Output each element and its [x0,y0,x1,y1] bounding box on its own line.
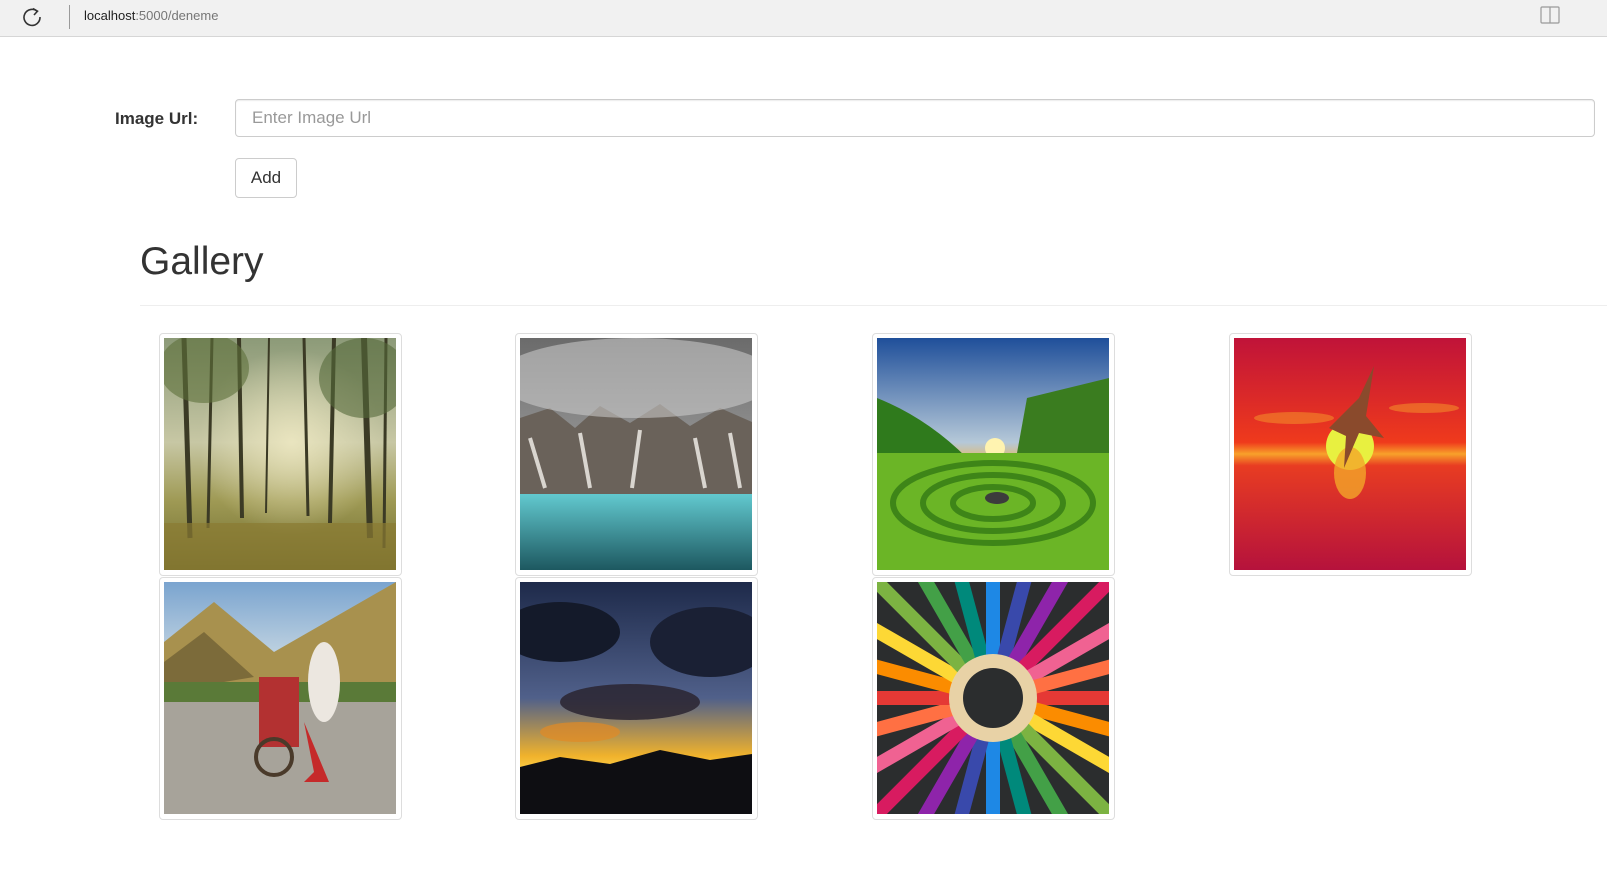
lake-cliffs-image [520,338,752,570]
gallery-image-green-valley[interactable] [872,333,1115,576]
address-bar-divider [69,5,70,29]
address-bar[interactable]: localhost:5000/deneme [84,8,218,24]
gallery-image-cloudy-sunset[interactable] [515,577,758,820]
gallery-image-colored-pencils[interactable] [872,577,1115,820]
gallery-image-horse-carriage[interactable] [159,577,402,820]
horse-carriage-image [164,582,396,814]
colored-pencils-image [877,582,1109,814]
divider [140,305,1607,306]
cloudy-sunset-image [520,582,752,814]
url-path: :5000/deneme [135,8,219,23]
add-button[interactable]: Add [235,158,297,198]
image-url-input[interactable] [235,99,1595,137]
reload-icon[interactable] [20,5,44,29]
gallery-title: Gallery [140,240,264,283]
url-host: localhost [84,8,136,23]
green-valley-image [877,338,1109,570]
gallery-image-red-sunset-bird[interactable] [1229,333,1472,576]
browser-toolbar: localhost:5000/deneme [0,0,1607,37]
gallery-image-lake-cliffs[interactable] [515,333,758,576]
forest-image [164,338,396,570]
image-url-label: Image Url: [115,109,199,128]
reader-view-icon[interactable] [1540,6,1560,24]
gallery-image-forest[interactable] [159,333,402,576]
red-sunset-bird-image [1234,338,1466,570]
